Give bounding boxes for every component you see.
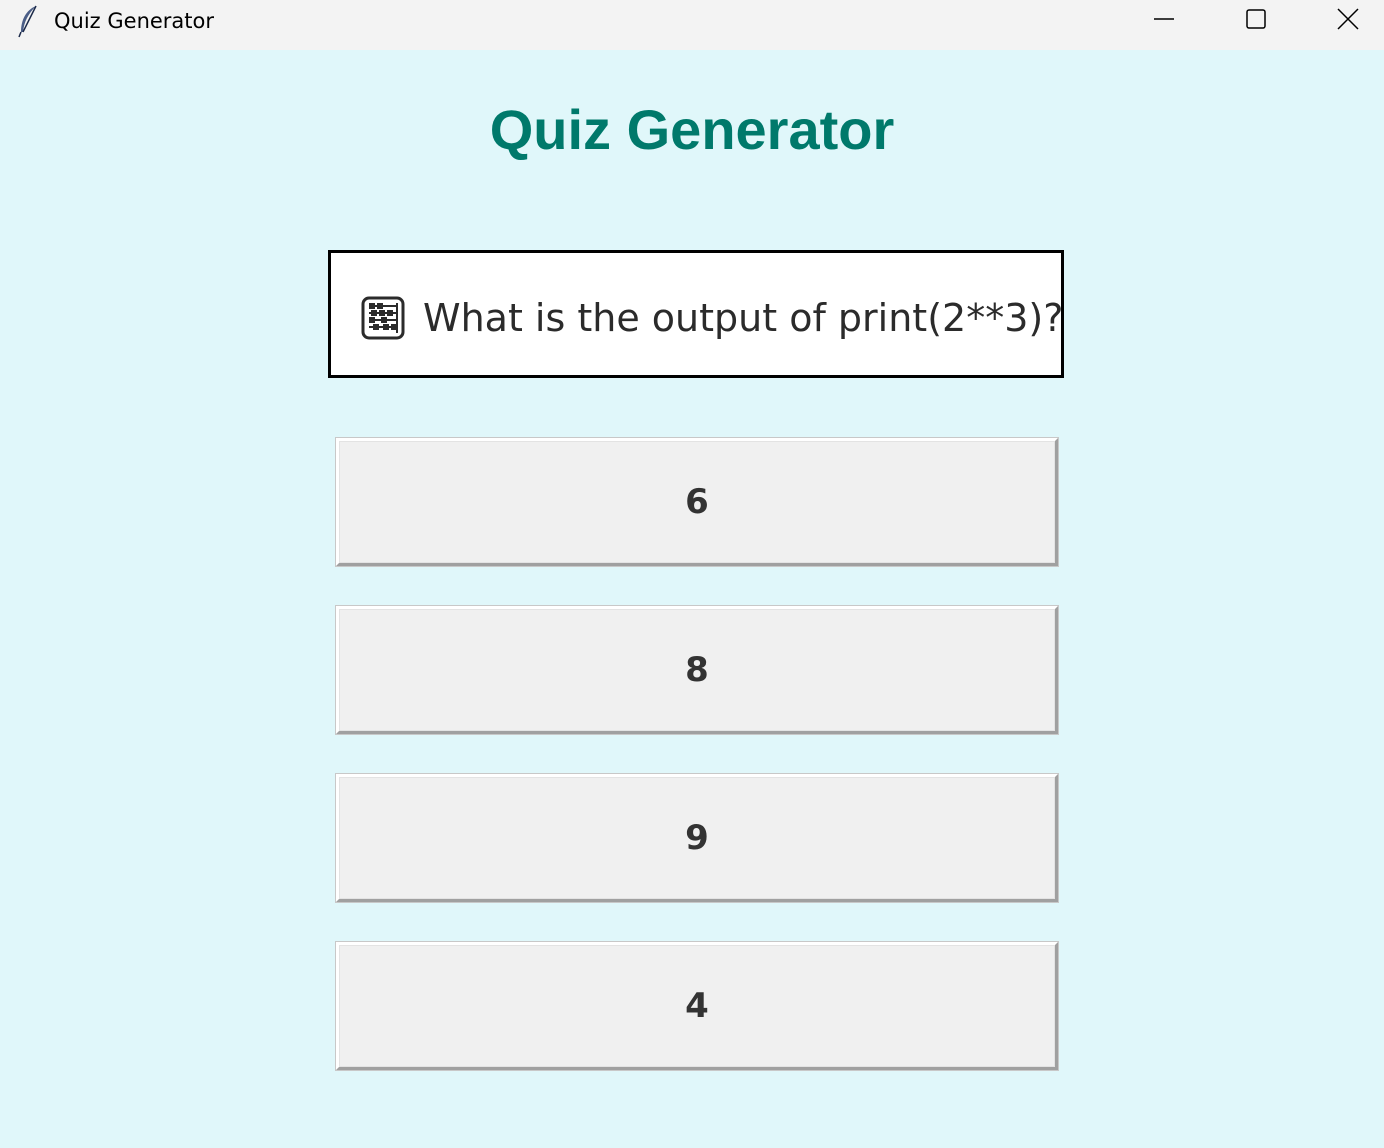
minimize-button[interactable] xyxy=(1118,0,1210,38)
close-icon xyxy=(1337,8,1359,30)
abacus-icon xyxy=(361,296,405,340)
minimize-icon xyxy=(1154,9,1174,29)
app-window: Quiz Generator Quiz Generator What is th… xyxy=(0,0,1384,1148)
maximize-button[interactable] xyxy=(1210,0,1302,38)
answer-label: 6 xyxy=(685,482,709,522)
window-title: Quiz Generator xyxy=(54,9,215,33)
question-label: What is the output of print(2**3)? xyxy=(328,250,1064,378)
answer-label: 9 xyxy=(685,818,709,858)
feather-icon xyxy=(14,4,42,38)
answer-button-2[interactable]: 8 xyxy=(336,606,1058,734)
answer-button-4[interactable]: 4 xyxy=(336,942,1058,1070)
answer-label: 8 xyxy=(685,650,709,690)
page-title: Quiz Generator xyxy=(489,98,895,161)
title-bar[interactable]: Quiz Generator xyxy=(0,0,1384,50)
close-button[interactable] xyxy=(1302,0,1384,38)
question-text: What is the output of print(2**3)? xyxy=(423,296,1064,340)
answer-button-3[interactable]: 9 xyxy=(336,774,1058,902)
answer-label: 4 xyxy=(685,986,709,1026)
answer-button-1[interactable]: 6 xyxy=(336,438,1058,566)
maximize-icon xyxy=(1246,9,1266,29)
